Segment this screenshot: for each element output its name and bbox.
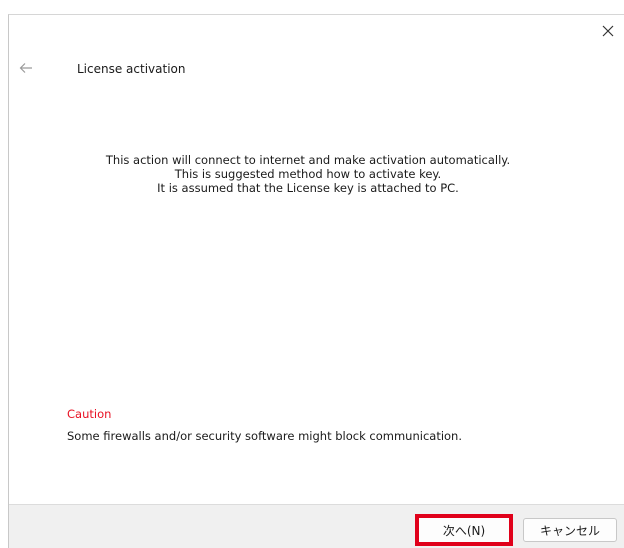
back-arrow-icon [19,63,32,73]
message-line-2: This is suggested method how to activate… [174,167,442,181]
page-title: License activation [77,62,186,76]
close-icon [602,25,614,37]
back-button[interactable] [15,57,37,79]
dialog-footer: 次へ(N) キャンセル [9,504,624,548]
activation-message: This action will connect to internet and… [9,153,607,195]
close-button[interactable] [594,17,622,45]
next-button[interactable]: 次へ(N) [415,514,513,546]
license-activation-dialog: License activation This action will conn… [8,14,624,548]
caution-title: Caution [67,407,112,421]
cancel-button[interactable]: キャンセル [523,518,617,542]
caution-text: Some firewalls and/or security software … [67,429,463,443]
message-line-3: It is assumed that the License key is at… [157,181,459,195]
message-line-1: This action will connect to internet and… [105,153,511,167]
